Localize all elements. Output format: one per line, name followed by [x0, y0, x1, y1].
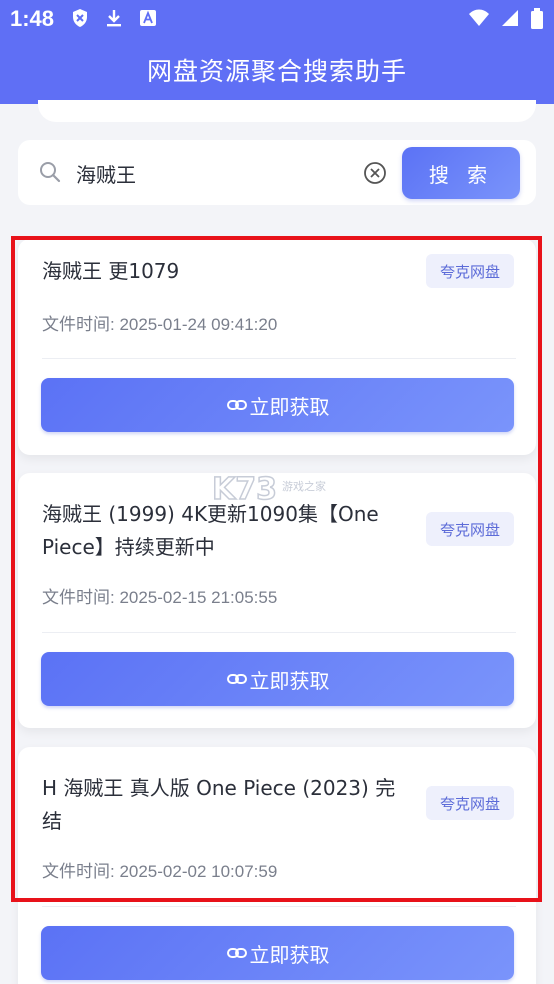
watermark-sub: 游戏之家: [282, 480, 326, 493]
file-time: 文件时间: 2025-02-02 10:07:59: [42, 862, 278, 881]
search-bar: 搜 索: [18, 140, 536, 205]
result-card: 海贼王 更1079 夸克网盘 文件时间: 2025-01-24 09:41:20…: [18, 239, 536, 455]
get-link-button[interactable]: 立即获取: [41, 926, 514, 980]
result-card: H 海贼王 真人版 One Piece (2023) 完结 夸克网盘 文件时间:…: [18, 747, 536, 984]
status-bar: 1:48: [0, 0, 554, 36]
previous-card-edge: [38, 100, 536, 122]
source-tag: 夸克网盘: [426, 786, 514, 820]
get-link-label: 立即获取: [249, 942, 330, 967]
download-icon: [104, 8, 124, 28]
get-link-label: 立即获取: [249, 394, 330, 419]
search-icon: [38, 160, 62, 184]
wifi-icon: [468, 8, 490, 28]
divider: [42, 632, 516, 633]
link-icon: [226, 668, 248, 690]
get-link-label: 立即获取: [249, 668, 330, 693]
page-title: 网盘资源聚合搜索助手: [146, 57, 407, 86]
source-tag: 夸克网盘: [426, 254, 514, 288]
search-input[interactable]: [76, 158, 356, 188]
status-time: 1:48: [10, 6, 55, 31]
app-header: 1:48 网盘资源聚合搜索助手: [0, 0, 554, 104]
get-link-button[interactable]: 立即获取: [41, 378, 514, 432]
link-icon: [226, 394, 248, 416]
watermark-main: K73: [211, 471, 278, 508]
file-time: 文件时间: 2025-01-24 09:41:20: [42, 315, 278, 334]
signal-icon: [500, 8, 520, 28]
divider: [42, 358, 516, 359]
divider: [42, 906, 516, 907]
result-title[interactable]: 海贼王 更1079: [42, 255, 404, 288]
watermark-logo: K73 游戏之家: [211, 471, 352, 516]
battery-icon: [530, 8, 544, 29]
shield-icon: [70, 8, 90, 28]
get-link-button[interactable]: 立即获取: [41, 652, 514, 706]
link-icon: [226, 942, 248, 964]
source-tag: 夸克网盘: [426, 512, 514, 546]
file-time: 文件时间: 2025-02-15 21:05:55: [42, 588, 278, 607]
result-title[interactable]: H 海贼王 真人版 One Piece (2023) 完结: [42, 772, 404, 838]
clear-icon[interactable]: [363, 161, 387, 185]
search-button[interactable]: 搜 索: [402, 147, 520, 199]
a-icon: [138, 8, 158, 28]
